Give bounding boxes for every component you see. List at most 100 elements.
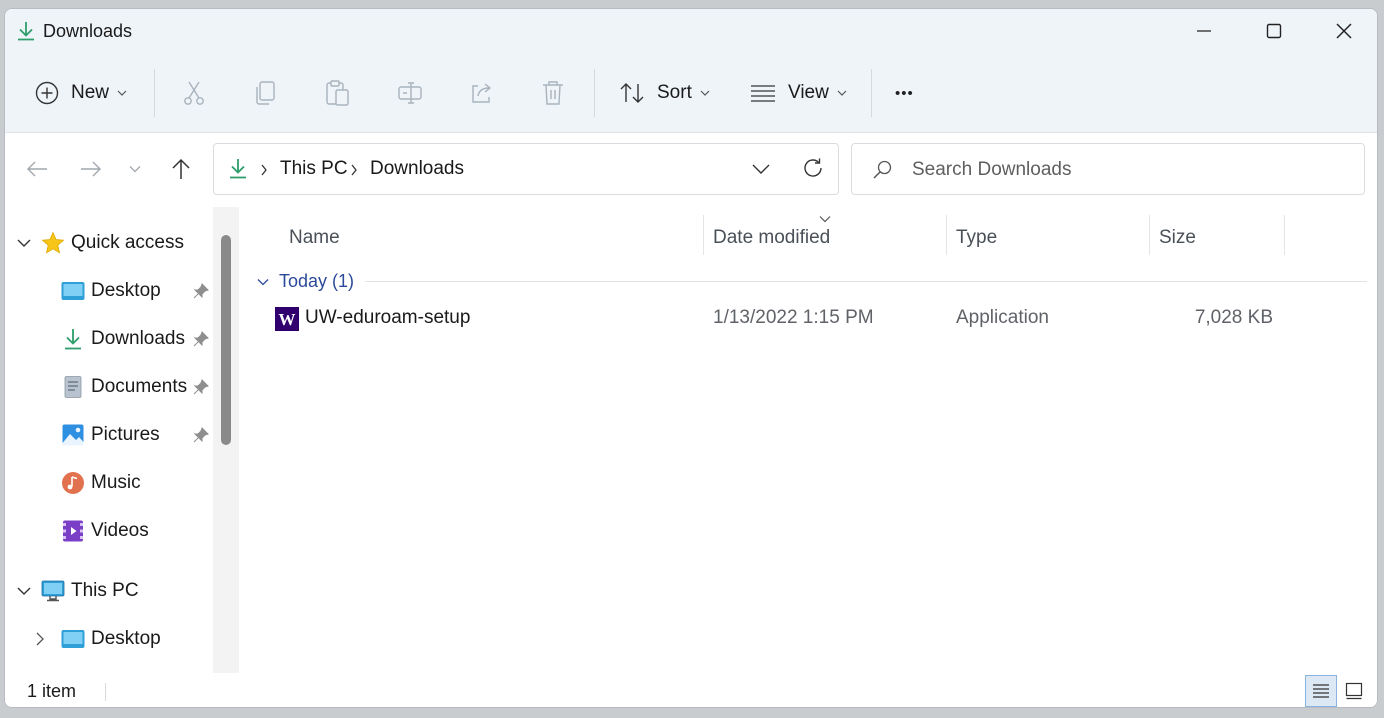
window-title: Downloads xyxy=(43,21,133,41)
sort-label: Sort xyxy=(657,82,692,103)
trash-icon xyxy=(543,81,563,105)
uw-app-icon: W xyxy=(275,307,299,331)
chevron-right-icon[interactable] xyxy=(35,632,45,646)
more-options-button[interactable]: ••• xyxy=(895,67,914,119)
navigation-pane: Quick access Desktop Downloads Documents… xyxy=(5,205,241,673)
column-divider[interactable] xyxy=(1284,215,1285,255)
address-history-chevron-icon[interactable] xyxy=(752,163,770,175)
address-bar[interactable]: This PC Downloads xyxy=(213,143,839,195)
computer-icon xyxy=(41,580,65,602)
sidebar-scrollbar[interactable] xyxy=(213,207,239,673)
details-view-icon xyxy=(1313,684,1329,698)
group-label: Today (1) xyxy=(279,271,355,291)
close-button[interactable] xyxy=(1309,9,1377,53)
music-icon xyxy=(62,472,84,494)
chevron-down-icon[interactable] xyxy=(17,586,31,596)
maximize-button[interactable] xyxy=(1239,9,1309,53)
refresh-icon[interactable] xyxy=(802,157,824,179)
large-icons-view-button[interactable] xyxy=(1338,675,1370,707)
file-name[interactable]: UW-eduroam-setup xyxy=(305,307,470,329)
sidebar-item-videos[interactable]: Videos xyxy=(61,511,211,551)
sidebar-this-pc-label: This PC xyxy=(71,580,139,601)
delete-button[interactable] xyxy=(541,67,565,119)
sidebar-item-documents[interactable]: Documents xyxy=(61,367,211,407)
view-button[interactable]: View xyxy=(750,67,847,119)
column-header-name[interactable]: Name xyxy=(289,227,340,249)
minimize-button[interactable] xyxy=(1169,9,1239,53)
chevron-down-icon[interactable] xyxy=(17,238,31,248)
file-row[interactable]: W UW-eduroam-setup 1/13/2022 1:15 PM App… xyxy=(241,299,1377,337)
close-icon xyxy=(1336,23,1352,39)
search-input[interactable] xyxy=(910,156,1354,184)
sidebar-quick-access-label: Quick access xyxy=(71,232,184,253)
column-divider[interactable] xyxy=(703,215,704,255)
share-button[interactable] xyxy=(469,67,495,119)
copy-button[interactable] xyxy=(254,67,278,119)
cut-button[interactable] xyxy=(181,67,207,119)
pin-icon[interactable] xyxy=(193,379,209,395)
chevron-down-icon xyxy=(700,90,710,96)
paste-button[interactable] xyxy=(325,67,351,119)
recent-locations-button[interactable] xyxy=(115,149,155,189)
arrow-left-icon xyxy=(27,161,47,177)
column-header-date[interactable]: Date modified xyxy=(713,227,830,249)
forward-button[interactable] xyxy=(71,149,111,189)
rename-button[interactable] xyxy=(397,67,423,119)
breadcrumb-downloads[interactable]: Downloads xyxy=(370,158,464,180)
sidebar-item-music[interactable]: Music xyxy=(61,463,211,503)
column-header-type[interactable]: Type xyxy=(956,227,997,249)
column-divider[interactable] xyxy=(1149,215,1150,255)
file-explorer-window: Downloads New Sort View ••• This PC Down… xyxy=(4,8,1378,708)
scrollbar-thumb[interactable] xyxy=(221,235,231,445)
column-header-size[interactable]: Size xyxy=(1159,227,1196,249)
sidebar-item-label: Pictures xyxy=(91,424,160,445)
status-bar: 1 item xyxy=(5,673,1377,707)
more-icon: ••• xyxy=(895,84,914,102)
plus-circle-icon xyxy=(35,81,59,105)
sort-icon xyxy=(620,83,644,103)
sidebar-item-pictures[interactable]: Pictures xyxy=(61,415,211,455)
sidebar-this-pc[interactable]: This PC xyxy=(17,571,139,611)
item-count: 1 item xyxy=(27,681,77,701)
breadcrumb-this-pc[interactable]: This PC xyxy=(280,158,348,180)
minimize-icon xyxy=(1197,30,1211,32)
command-bar: New Sort View ••• xyxy=(5,53,1377,133)
file-list: Name Date modified Type Size Today (1) W… xyxy=(241,205,1377,673)
toolbar-divider xyxy=(594,69,595,117)
details-view-button[interactable] xyxy=(1305,675,1337,707)
up-button[interactable] xyxy=(161,149,201,189)
sidebar-item-desktop[interactable]: Desktop xyxy=(61,271,211,311)
sort-descending-icon xyxy=(819,216,831,223)
share-icon xyxy=(472,83,492,103)
new-button[interactable]: New xyxy=(35,67,127,119)
chevron-down-icon xyxy=(837,90,847,96)
group-header-today[interactable]: Today (1) xyxy=(257,271,354,292)
column-divider[interactable] xyxy=(946,215,947,255)
pin-icon[interactable] xyxy=(193,427,209,443)
search-icon xyxy=(873,160,892,179)
new-label: New xyxy=(71,82,110,103)
navigation-row: This PC Downloads xyxy=(5,133,1377,205)
svg-text:W: W xyxy=(279,310,296,329)
group-divider xyxy=(365,281,1367,282)
download-icon xyxy=(65,329,81,350)
sidebar-quick-access[interactable]: Quick access xyxy=(17,223,184,263)
status-divider xyxy=(105,683,106,701)
sidebar-this-pc-desktop[interactable]: Desktop xyxy=(35,619,161,659)
pictures-icon xyxy=(62,424,84,446)
sidebar-item-label: Videos xyxy=(91,520,149,541)
sort-button[interactable]: Sort xyxy=(619,67,710,119)
pin-icon[interactable] xyxy=(193,283,209,299)
list-view-icon xyxy=(751,85,775,102)
arrow-up-icon xyxy=(172,158,190,179)
chevron-down-icon xyxy=(129,166,141,173)
download-icon xyxy=(230,159,246,179)
star-icon xyxy=(41,231,65,254)
search-box[interactable] xyxy=(851,143,1365,195)
tiles-view-icon xyxy=(1345,682,1363,700)
pin-icon[interactable] xyxy=(193,331,209,347)
copy-icon xyxy=(256,81,275,105)
rename-icon xyxy=(398,82,422,104)
back-button[interactable] xyxy=(17,149,57,189)
sidebar-item-downloads[interactable]: Downloads xyxy=(61,319,211,359)
